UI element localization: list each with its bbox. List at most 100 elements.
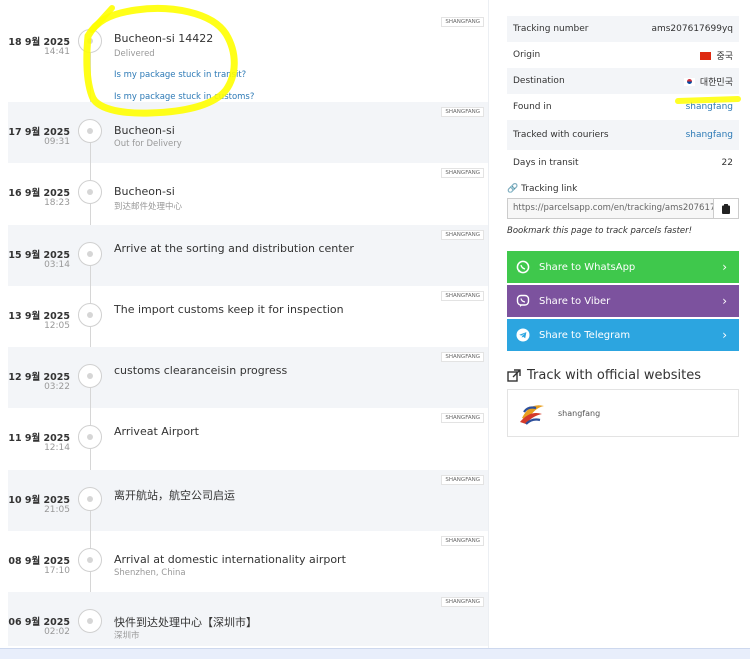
info-label: Destination — [513, 76, 565, 86]
courier-tag: SHANGFANG — [441, 290, 484, 301]
timeline-dot — [78, 29, 102, 53]
timeline-event: 17 9월 2025 09:31 Bucheon-si Out for Deli… — [8, 102, 488, 181]
chevron-right-icon: › — [722, 328, 727, 342]
event-time: 12:14 — [44, 443, 70, 454]
timeline-dot — [78, 609, 102, 634]
event-date: 08 9월 2025 — [8, 556, 70, 568]
tracking-link-label: 🔗 Tracking link — [507, 184, 577, 194]
china-flag-icon — [700, 51, 712, 60]
official-title: Track with official websites — [527, 368, 701, 383]
event-courier: SHANGFANG — [445, 354, 480, 361]
event-courier: SHANGFANG — [445, 599, 480, 606]
timeline-event: 16 9월 2025 18:23 Bucheon-si 到达邮件处理中心 SHA… — [8, 163, 488, 242]
courier-link[interactable]: shangfang — [686, 130, 733, 140]
tracking-number-value: ams207617699yq — [651, 24, 733, 34]
found-in-link[interactable]: shangfang — [686, 102, 733, 112]
event-courier: SHANGFANG — [445, 415, 480, 422]
courier-tag: SHANGFANG — [441, 107, 484, 117]
tracking-number-row: Tracking number ams207617699yq — [507, 16, 739, 42]
event-subtitle: 深圳市 — [114, 631, 140, 642]
event-title: Bucheon-si — [114, 185, 175, 199]
info-label: Tracked with couriers — [513, 130, 609, 140]
event-title: Arrive at the sorting and distribution c… — [114, 241, 354, 255]
tracking-link-title: Tracking link — [521, 184, 578, 194]
share-whatsapp-button[interactable]: Share to WhatsApp › — [507, 251, 739, 283]
event-date: 12 9월 2025 — [8, 372, 70, 384]
chevron-right-icon: › — [722, 260, 727, 274]
timeline-dot — [78, 425, 102, 450]
clipboard-icon — [722, 203, 730, 214]
days-in-transit-value: 22 — [721, 158, 733, 168]
event-courier: SHANGFANG — [445, 476, 480, 483]
destination-country: 대한민국 — [699, 77, 733, 88]
info-label: Origin — [513, 50, 541, 60]
event-time: 02:02 — [44, 627, 70, 638]
days-in-transit-row: Days in transit 22 — [507, 150, 739, 176]
bottom-scroll-bar — [0, 648, 750, 659]
event-subtitle: 到达邮件处理中心 — [114, 202, 183, 213]
event-courier: SHANGFANG — [445, 538, 480, 545]
event-title: Bucheon-si 14422 — [114, 32, 214, 45]
event-date: 15 9월 2025 — [8, 249, 70, 261]
event-time: 21:05 — [44, 504, 70, 515]
viber-icon — [515, 293, 531, 309]
event-title: customs clearanceisin progress — [114, 364, 288, 378]
timeline-event: 12 9월 2025 03:22 customs clearanceisin p… — [8, 347, 488, 426]
event-subtitle: Out for Delivery — [114, 139, 182, 149]
share-label: Share to WhatsApp — [539, 261, 636, 273]
timeline-dot — [78, 486, 102, 511]
timeline-event: 13 9월 2025 12:05 The import customs keep… — [8, 286, 488, 365]
share-viber-button[interactable]: Share to Viber › — [507, 285, 739, 317]
event-title: Bucheon-si — [114, 124, 175, 137]
event-title: Arriveat Airport — [114, 425, 199, 439]
event-subtitle: Shenzhen, China — [114, 568, 186, 579]
courier-logo — [520, 405, 544, 425]
info-label: Found in — [513, 102, 552, 112]
event-time: 17:10 — [44, 566, 70, 577]
share-label: Share to Viber — [539, 295, 611, 307]
link-icon: 🔗 — [507, 184, 519, 194]
chevron-right-icon: › — [722, 294, 727, 308]
copy-link-button[interactable] — [714, 198, 739, 219]
tracking-link-field[interactable]: https://parcelsapp.com/en/tracking/ams20… — [507, 198, 714, 219]
timeline-dot — [78, 119, 102, 143]
stuck-in-customs-link[interactable]: Is my package stuck in customs? — [114, 92, 254, 102]
origin-row: Origin 중국 — [507, 42, 739, 68]
event-title: 离开航站，航空公司启运 — [114, 488, 235, 502]
official-courier-card[interactable]: shangfang — [507, 389, 739, 437]
share-label: Share to Telegram — [539, 329, 631, 341]
tracking-timeline: 18 9월 2025 14:41 Bucheon-si 14422 Delive… — [8, 12, 488, 646]
event-date: 11 9월 2025 — [8, 433, 70, 445]
external-link-icon — [507, 368, 521, 382]
event-time: 03:22 — [44, 382, 70, 393]
timeline-event: 06 9월 2025 02:02 快件到达处理中心【深圳市】 深圳市 SHANG… — [8, 592, 488, 646]
info-label: Days in transit — [513, 158, 579, 168]
event-courier: SHANGFANG — [445, 170, 480, 177]
timeline-dot — [78, 302, 102, 327]
share-telegram-button[interactable]: Share to Telegram › — [507, 319, 739, 351]
timeline-dot — [78, 548, 102, 573]
official-courier-name: shangfang — [558, 408, 601, 418]
destination-row: Destination 대한민국 — [507, 68, 739, 94]
event-date: 13 9월 2025 — [8, 310, 70, 322]
timeline-event: 10 9월 2025 21:05 离开航站，航空公司启运 SHANGFANG — [8, 469, 488, 549]
origin-value: 중국 — [700, 49, 733, 62]
event-title: The import customs keep it for inspectio… — [114, 302, 344, 316]
courier-tag: SHANGFANG — [441, 229, 484, 240]
courier-tag: SHANGFANG — [441, 536, 484, 547]
panel-divider — [488, 0, 489, 648]
event-time: 14:41 — [44, 47, 70, 57]
event-subtitle: Delivered — [114, 49, 155, 59]
timeline-dot — [78, 364, 102, 389]
event-date: 16 9월 2025 — [8, 188, 70, 200]
event-date: 18 9월 2025 — [8, 37, 70, 48]
stuck-in-transit-link[interactable]: Is my package stuck in transit? — [114, 70, 246, 80]
couriers-row: Tracked with couriers shangfang — [507, 120, 739, 150]
event-time: 12:05 — [44, 320, 70, 331]
timeline-event: 11 9월 2025 12:14 Arriveat Airport SHANGF… — [8, 408, 488, 487]
courier-tag: SHANGFANG — [441, 413, 484, 424]
event-courier: SHANGFANG — [445, 231, 480, 238]
event-courier: SHANGFANG — [445, 292, 480, 299]
event-time: 18:23 — [44, 198, 70, 209]
timeline-event: 15 9월 2025 03:14 Arrive at the sorting a… — [8, 224, 488, 303]
